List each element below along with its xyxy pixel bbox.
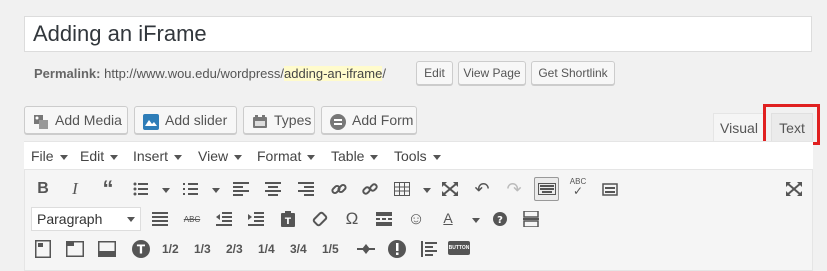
indent-icon[interactable] xyxy=(245,208,267,230)
read-more-icon[interactable] xyxy=(373,208,395,230)
types-label: Types xyxy=(274,112,312,128)
chevron-down-icon[interactable] xyxy=(423,188,431,193)
horizontal-line-icon[interactable] xyxy=(149,208,171,230)
fraction-1-5-button[interactable]: 1/5 xyxy=(322,238,339,260)
strikethrough-icon[interactable]: ABC xyxy=(181,208,203,230)
edit-permalink-button[interactable]: Edit xyxy=(416,61,453,85)
menu-file[interactable]: File xyxy=(31,142,68,170)
view-page-button[interactable]: View Page xyxy=(458,61,526,85)
slider-icon xyxy=(143,112,159,130)
types-icon xyxy=(252,112,268,128)
menu-tools[interactable]: Tools xyxy=(394,142,441,170)
italic-icon[interactable]: I xyxy=(64,178,86,200)
fraction-3-4-button[interactable]: 3/4 xyxy=(290,238,307,260)
emoji-icon[interactable]: ☺ xyxy=(405,208,427,230)
outdent-icon[interactable] xyxy=(213,208,235,230)
permalink-label: Permalink: xyxy=(34,66,101,81)
types-button[interactable]: Types xyxy=(243,106,315,134)
paste-icon[interactable] xyxy=(599,178,621,200)
chevron-down-icon[interactable] xyxy=(472,218,480,223)
fullscreen-icon[interactable] xyxy=(439,178,461,200)
menu-insert[interactable]: Insert xyxy=(133,142,183,170)
chevron-down-icon xyxy=(110,154,119,160)
add-form-label: Add Form xyxy=(352,112,414,128)
align-right-icon[interactable] xyxy=(295,178,317,200)
fraction-1-3-button[interactable]: 1/3 xyxy=(194,238,211,260)
add-form-button[interactable]: Add Form xyxy=(321,106,417,134)
special-character-icon[interactable]: Ω xyxy=(341,208,363,230)
text-color-icon[interactable]: A xyxy=(437,207,459,229)
menu-file-label: File xyxy=(31,148,54,164)
chevron-down-icon[interactable] xyxy=(212,188,220,193)
page-break-icon[interactable] xyxy=(520,208,542,230)
add-slider-label: Add slider xyxy=(165,112,228,128)
menu-edit-label: Edit xyxy=(80,148,105,164)
chevron-down-icon xyxy=(234,154,243,160)
button-icon[interactable]: BUTTON xyxy=(448,241,470,255)
align-left-icon[interactable] xyxy=(230,178,252,200)
paste-text-icon[interactable]: T xyxy=(277,208,299,230)
toggle-icon[interactable] xyxy=(96,238,118,260)
fraction-1-2-button[interactable]: 1/2 xyxy=(162,238,179,260)
chevron-down-icon xyxy=(174,154,183,160)
format-select-value: Paragraph xyxy=(37,211,103,227)
alert-icon[interactable] xyxy=(386,238,408,260)
menu-insert-label: Insert xyxy=(133,148,169,164)
tab-visual[interactable]: Visual xyxy=(713,113,765,141)
get-shortlink-button[interactable]: Get Shortlink xyxy=(531,61,615,85)
menu-view-label: View xyxy=(198,148,229,164)
add-media-label: Add Media xyxy=(55,112,122,128)
undo-icon[interactable]: ↶ xyxy=(471,178,493,200)
svg-text:?: ? xyxy=(497,215,503,226)
blockquote-icon[interactable]: “ xyxy=(97,176,119,201)
spellcheck-icon[interactable]: ABC ✓ xyxy=(567,176,589,198)
numbered-list-icon[interactable] xyxy=(180,178,202,200)
editor-menubar: File Edit Insert View Format Table Tools xyxy=(24,142,813,170)
help-icon[interactable]: ? xyxy=(489,208,511,230)
chevron-down-icon xyxy=(59,154,68,160)
menu-table[interactable]: Table xyxy=(331,142,379,170)
menu-tools-label: Tools xyxy=(394,148,427,164)
chevron-down-icon[interactable] xyxy=(162,188,170,193)
unlink-icon[interactable] xyxy=(359,178,381,200)
chevron-down-icon xyxy=(432,154,441,160)
menu-table-label: Table xyxy=(331,148,365,164)
tooltip-icon[interactable]: T xyxy=(130,238,152,260)
bullet-list-icon[interactable] xyxy=(130,178,152,200)
columns-icon[interactable] xyxy=(32,238,54,260)
keyboard-icon[interactable] xyxy=(534,177,559,201)
fraction-1-4-button[interactable]: 1/4 xyxy=(258,238,275,260)
distraction-free-icon[interactable] xyxy=(783,178,805,200)
chevron-down-icon xyxy=(127,217,135,222)
add-media-icon xyxy=(33,112,49,129)
menu-format-label: Format xyxy=(257,148,302,164)
redo-icon[interactable]: ↷ xyxy=(503,178,525,200)
permalink-slug[interactable]: adding-an-iframe xyxy=(284,66,383,81)
form-icon xyxy=(330,112,346,130)
add-media-button[interactable]: Add Media xyxy=(24,106,128,134)
text-tab-highlight-box xyxy=(763,104,820,145)
svg-text:T: T xyxy=(137,243,146,257)
fraction-2-3-button[interactable]: 2/3 xyxy=(226,238,243,260)
list-style-icon[interactable] xyxy=(418,238,440,260)
permalink-row: Permalink: http://www.wou.edu/wordpress/… xyxy=(34,63,386,85)
divider-icon[interactable] xyxy=(355,238,377,260)
add-slider-button[interactable]: Add slider xyxy=(134,106,237,134)
link-icon[interactable] xyxy=(328,178,350,200)
table-icon[interactable] xyxy=(391,178,413,200)
tabs-icon[interactable] xyxy=(64,238,86,260)
chevron-down-icon xyxy=(307,154,316,160)
svg-text:T: T xyxy=(285,217,292,227)
align-center-icon[interactable] xyxy=(262,178,284,200)
chevron-down-icon xyxy=(370,154,379,160)
menu-format[interactable]: Format xyxy=(257,142,316,170)
clear-formatting-icon[interactable] xyxy=(309,208,331,230)
menu-view[interactable]: View xyxy=(198,142,243,170)
format-select[interactable]: Paragraph xyxy=(31,207,141,231)
permalink-trail: / xyxy=(382,66,386,81)
menu-edit[interactable]: Edit xyxy=(80,142,119,170)
post-title-input[interactable]: Adding an iFrame xyxy=(24,16,812,52)
bold-icon[interactable]: B xyxy=(32,178,54,200)
permalink-base-url: http://www.wou.edu/wordpress/ xyxy=(104,66,285,81)
